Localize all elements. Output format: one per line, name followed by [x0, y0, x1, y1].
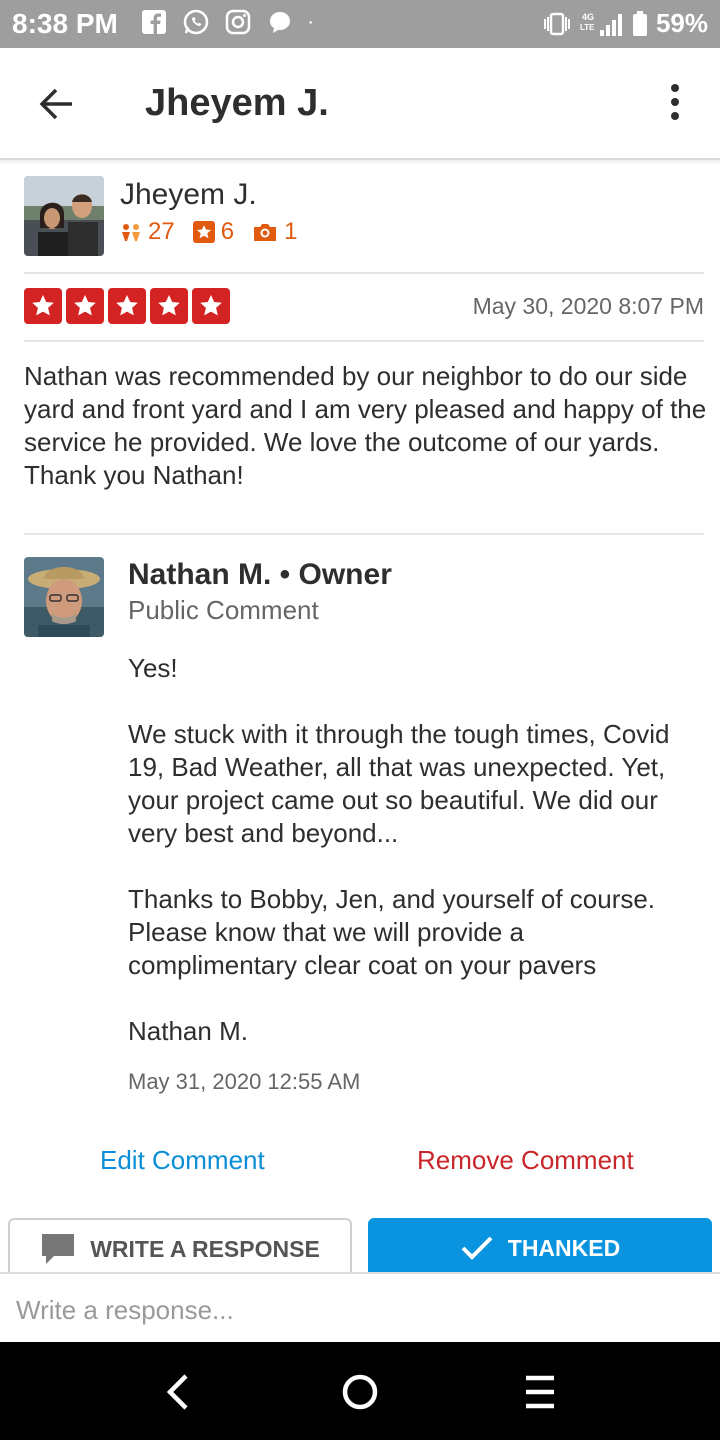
- thanked-button[interactable]: THANKED: [368, 1218, 712, 1278]
- comment-paragraph: Nathan M.: [128, 1016, 248, 1046]
- divider: [24, 272, 704, 274]
- response-input[interactable]: [16, 1294, 706, 1326]
- page-title: Jheyem J.: [145, 82, 329, 124]
- owner-comment-body: Yes! We stuck with it through the tough …: [128, 652, 698, 1081]
- star-rating: [24, 288, 230, 324]
- nav-home-icon[interactable]: [336, 1368, 384, 1416]
- vibrate-icon: [543, 12, 570, 35]
- comment-date: May 31, 2020 12:55 AM: [128, 1069, 361, 1094]
- owner-name: Nathan M. • Owner: [128, 558, 392, 591]
- signal-icon: 4G LTE: [580, 12, 622, 36]
- star-icon: [192, 288, 230, 324]
- reviewer-info[interactable]: Jheyem J. 27 6 1: [24, 176, 704, 256]
- comment-paragraph: Thanks to Bobby, Jen, and yourself of co…: [128, 884, 656, 980]
- checkmark-icon: [461, 1236, 493, 1260]
- status-bar: 8:38 PM 4G LTE 59%: [0, 0, 720, 48]
- friends-count: 27: [148, 218, 175, 245]
- nav-menu-icon[interactable]: [516, 1368, 564, 1416]
- review-text: Nathan was recommended by our neighbor t…: [24, 361, 707, 490]
- star-icon: [24, 288, 62, 324]
- star-icon: [66, 288, 104, 324]
- remove-comment-link[interactable]: Remove Comment: [417, 1145, 634, 1176]
- notification-icons: [140, 8, 320, 36]
- review-star-icon: [192, 221, 215, 243]
- review-date: May 30, 2020 8:07 PM: [472, 293, 704, 319]
- messenger-icon: [270, 12, 290, 33]
- response-bar: [0, 1272, 720, 1342]
- comment-type-label: Public Comment: [128, 595, 319, 625]
- whatsapp-icon: [183, 9, 209, 35]
- comment-paragraph: We stuck with it through the tough times…: [128, 719, 670, 848]
- thanked-label: THANKED: [507, 1234, 621, 1261]
- reviews-count: 6: [220, 218, 235, 245]
- reviewer-stats: 27 6 1: [120, 218, 297, 246]
- battery-percent: 59%: [655, 8, 708, 38]
- divider: [24, 340, 704, 342]
- status-right: 4G LTE 59%: [542, 8, 708, 39]
- photos-count: 1: [284, 218, 298, 245]
- friends-stat: 27: [120, 218, 175, 246]
- friends-icon: [122, 224, 140, 241]
- svg-text:4G: 4G: [582, 12, 594, 22]
- star-icon: [150, 288, 188, 324]
- write-response-button[interactable]: WRITE A RESPONSE: [8, 1218, 352, 1278]
- more-options-icon[interactable]: [660, 82, 690, 122]
- divider: [24, 533, 704, 535]
- edit-comment-link[interactable]: Edit Comment: [100, 1145, 265, 1176]
- photos-stat: 1: [252, 218, 297, 246]
- app-header: Jheyem J.: [0, 48, 720, 160]
- nav-back-icon[interactable]: [156, 1368, 204, 1416]
- back-arrow-icon[interactable]: [36, 84, 76, 124]
- owner-avatar[interactable]: [24, 557, 104, 637]
- system-nav-bar: [0, 1342, 720, 1440]
- reviews-stat: 6: [192, 218, 235, 246]
- facebook-icon: [142, 10, 166, 34]
- instagram-icon: [225, 9, 251, 35]
- star-icon: [108, 288, 146, 324]
- reviewer-name[interactable]: Jheyem J.: [120, 178, 257, 212]
- svg-text:LTE: LTE: [580, 23, 595, 32]
- comment-paragraph: Yes!: [128, 653, 178, 683]
- speech-bubble-icon: [42, 1234, 75, 1264]
- more-notifications-icon: [309, 21, 312, 24]
- reviewer-avatar[interactable]: [24, 176, 104, 256]
- battery-icon: [632, 10, 647, 36]
- status-time: 8:38 PM: [12, 8, 118, 39]
- camera-icon: [254, 224, 277, 241]
- write-response-label: WRITE A RESPONSE: [90, 1235, 320, 1262]
